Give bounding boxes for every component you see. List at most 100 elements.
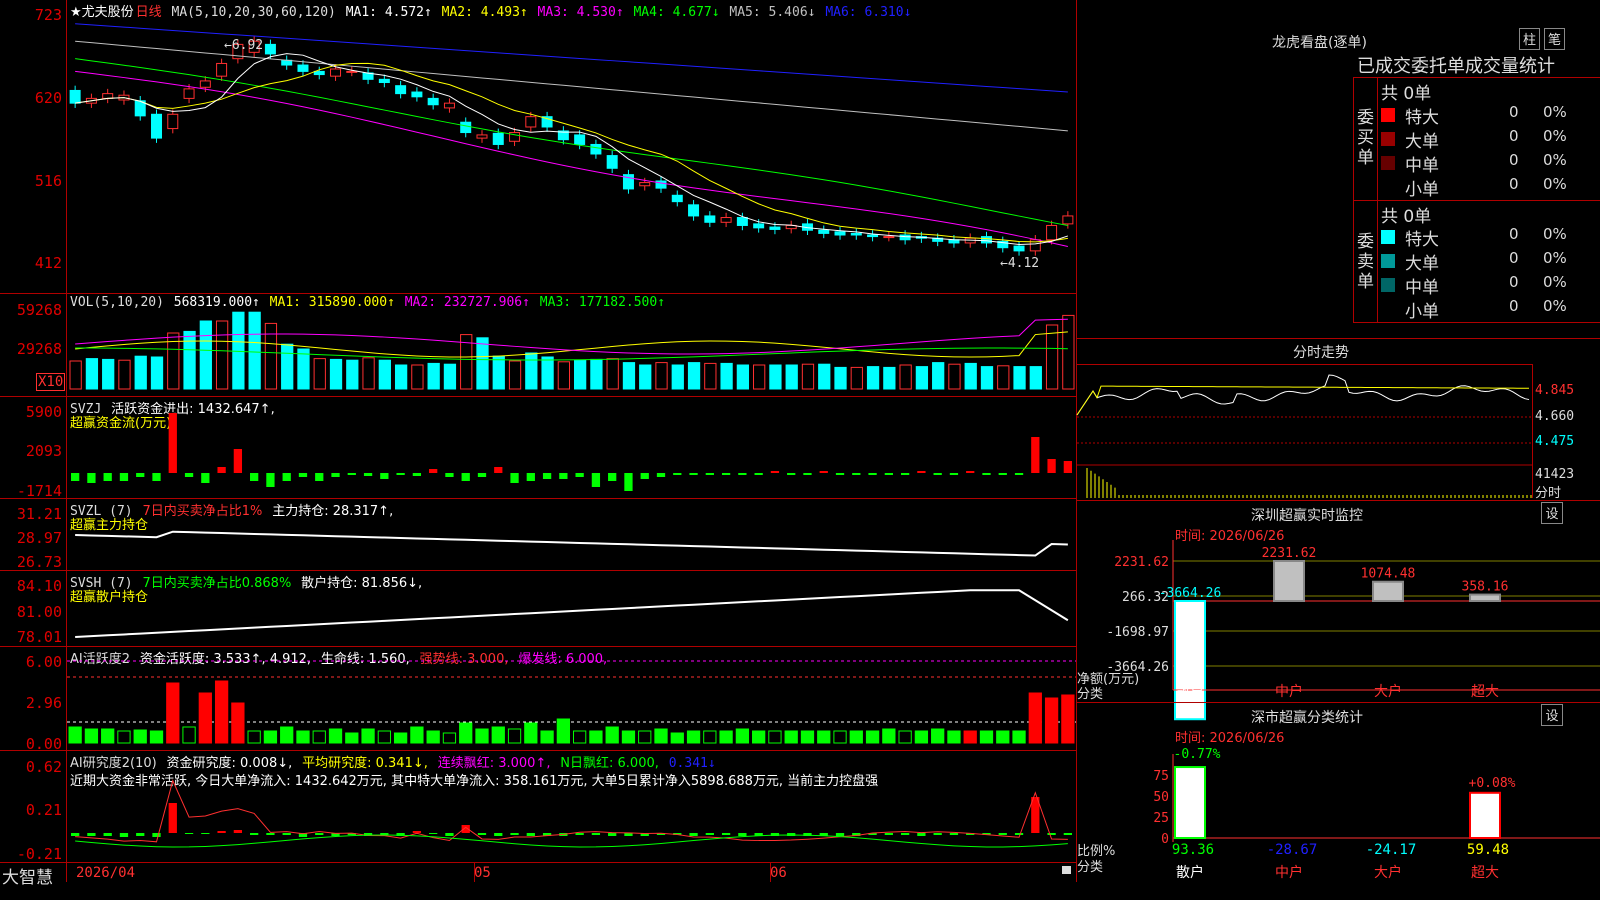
candle-body [867,234,879,238]
flow-bar [542,473,552,479]
activity-bar [540,730,554,744]
activity-bar [198,692,212,744]
candle-body [443,102,455,109]
research-bar [510,833,519,835]
research-chart[interactable] [67,751,1076,862]
flow-bar [949,473,959,475]
activity-bar [719,730,733,744]
fund-activity-chart[interactable] [67,647,1076,750]
activity-bar [312,730,326,744]
monitor-chart[interactable]: 2231.62266.32-1698.97-3664.26-3664.26223… [1077,540,1600,721]
volume-bar [720,362,733,390]
monitor-bar [1469,593,1501,602]
activity-bar [393,732,408,744]
volume-bar [899,364,912,390]
monitor-value: 358.16 [1462,580,1509,595]
volume-bar [85,358,99,390]
classify-value: 59.48 [1467,842,1509,858]
activity-bar [410,726,424,744]
activity-bar [182,726,196,744]
flow-bar [738,473,747,475]
research-bar [119,833,129,837]
candle-body [297,64,309,72]
activity-bar [882,728,896,744]
svzl-tick: 26.73 [16,553,62,571]
price-line [1076,374,1530,416]
order-name: 小单 [1405,180,1439,200]
activity-bar [914,730,929,744]
classify-chart[interactable]: 75 50 25 0 -0.77% +0.08% 93.36 -28.67 -24.17 59.4… [1077,742,1600,900]
bar-mode-button[interactable]: 柱 [1519,28,1540,50]
panel-divider [0,862,1077,863]
candle-body [525,116,537,128]
divider [1353,77,1600,78]
classify-title: 深市超赢分类统计 [1251,710,1363,726]
legend-swatch [1381,156,1395,170]
order-name: 大单 [1405,254,1439,274]
tick-mode-button[interactable]: 笔 [1544,28,1565,50]
candle-body [313,70,325,76]
volume-bar [1062,314,1075,390]
volume-chart[interactable] [67,294,1076,395]
volume-bar [118,359,131,390]
monitor-settings-button[interactable]: 设 [1541,502,1563,524]
volume-bar [736,364,750,390]
candle-body [720,217,732,223]
volume-bar [687,362,701,390]
intraday-volume: 41423 [1535,467,1575,482]
volume-bar [801,363,815,390]
flow-bar [429,469,438,473]
fund-flow-chart[interactable] [67,397,1076,498]
volume-bar [150,356,164,390]
volume-bar [69,360,82,390]
svzj-tick: 5900 [25,403,62,421]
activity-bar [996,730,1010,744]
research-bar [315,833,324,835]
flow-bar [168,413,177,473]
candle-body [834,231,846,236]
flow-bar [136,473,145,477]
intraday-chart[interactable] [1076,365,1532,498]
flow-bar [201,473,210,483]
order-count: 0 [1509,297,1519,315]
research-bar [884,833,893,835]
lock-icon[interactable] [1062,866,1071,874]
activity-bar [149,730,164,744]
research-bar [575,833,584,835]
retail-holding-chart[interactable] [67,571,1076,646]
activity-bar [638,730,652,744]
activity-bar [898,730,912,744]
classify-settings-button[interactable]: 设 [1541,704,1563,726]
activity-bar [263,730,278,744]
right-panel: 龙虎看盘(逐单) 柱 笔 已成交委托单成交量统计 委买单 委卖单 共 0单 共 … [1076,0,1600,900]
activity-bar [377,730,391,744]
flow-bar [884,473,893,475]
volume-bar [362,357,375,390]
flow-bar [1047,459,1056,473]
order-count: 0 [1509,127,1519,145]
candle-body [574,134,586,145]
monitor-category: 大户 [1374,683,1402,700]
research-bar [1063,833,1072,835]
monitor-bar [1273,560,1305,602]
candlestick-chart[interactable] [67,0,1076,292]
candle-body [899,234,911,241]
volume-bar [866,366,880,390]
main-holding-chart[interactable] [67,499,1076,570]
divider [1077,338,1600,339]
volume-bar [574,359,587,390]
research-bar [87,833,96,836]
volume-bar [183,330,196,390]
candle-body [980,236,992,244]
order-pct: 0% [1543,103,1567,121]
classify-change: -0.77% [1174,747,1221,762]
activity-bar [573,730,587,744]
flow-bar [966,471,975,473]
classify-tick: 0 [1161,832,1169,847]
divider [1353,322,1600,323]
activity-bar [833,730,847,744]
candle-body [427,97,439,106]
left-chart-area[interactable]: ★尤夫股份 日线 MA(5,10,20,30,60,120) MA1: 4.572… [0,0,1077,900]
flow-bar [900,473,910,475]
activity-bar [117,730,131,744]
